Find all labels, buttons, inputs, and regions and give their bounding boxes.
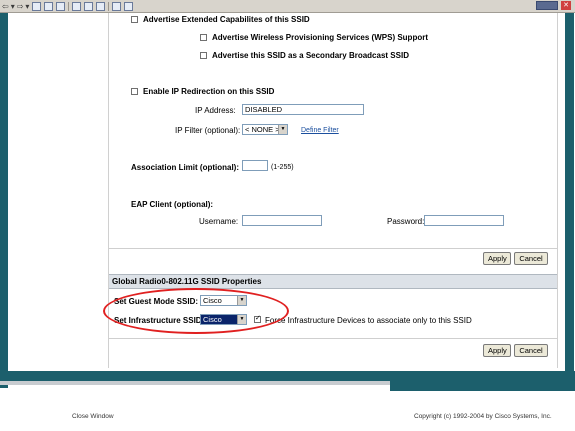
- bottom-step-band: [390, 380, 575, 391]
- advertise-secondary-checkbox[interactable]: [200, 52, 207, 59]
- bottom-gray-band: [0, 381, 390, 385]
- forward-arrow-icon: ⇨: [16, 1, 24, 11]
- advertise-extended-checkbox[interactable]: [131, 16, 138, 23]
- print-icon[interactable]: [124, 1, 134, 11]
- back-button[interactable]: ⇦: [2, 2, 9, 11]
- ip-address-label: IP Address:: [195, 106, 236, 115]
- eap-client-label: EAP Client (optional):: [131, 200, 214, 209]
- ip-filter-value: < NONE >: [245, 125, 280, 134]
- forward-button[interactable]: ⇨: [17, 2, 24, 11]
- close-window-link[interactable]: Close Window: [72, 413, 114, 420]
- association-limit-input[interactable]: [242, 160, 268, 171]
- search-icon[interactable]: [72, 1, 82, 11]
- global-properties-header: Global Radio0-802.11G SSID Properties: [109, 274, 557, 289]
- advertise-wps-label: Advertise Wireless Provisioning Services…: [212, 33, 428, 42]
- history-icon[interactable]: [96, 1, 106, 11]
- ip-redirection-checkbox[interactable]: [131, 88, 138, 95]
- username-label: Username:: [199, 217, 239, 226]
- left-frame-band: [0, 13, 8, 388]
- password-label: Password:: [387, 217, 425, 226]
- advertise-wps-checkbox[interactable]: [200, 34, 207, 41]
- refresh-icon[interactable]: [44, 1, 54, 11]
- chevron-down-icon: ▼: [278, 125, 287, 134]
- define-filter-link[interactable]: Define Filter: [301, 127, 339, 134]
- stop-icon[interactable]: [32, 1, 42, 11]
- toolbar-separator: [108, 1, 110, 11]
- global-cancel-button[interactable]: Cancel: [514, 344, 548, 357]
- global-properties-title: Global Radio0-802.11G SSID Properties: [112, 277, 262, 286]
- forward-dropdown-icon[interactable]: ▾: [25, 2, 29, 11]
- copyright-text: Copyright (c) 1992-2004 by Cisco Systems…: [414, 413, 552, 420]
- right-frame-band: [565, 13, 574, 388]
- username-input[interactable]: [242, 215, 322, 226]
- ip-redirection-label: Enable IP Redirection on this SSID: [143, 87, 275, 96]
- apply-button[interactable]: Apply: [483, 252, 511, 265]
- favorites-icon[interactable]: [84, 1, 94, 11]
- force-infrastructure-label: Force Infrastructure Devices to associat…: [265, 316, 472, 325]
- toolbar-separator: [68, 1, 70, 11]
- back-arrow-icon: ⇦: [2, 1, 9, 11]
- window-menu-icon[interactable]: [536, 1, 558, 10]
- global-apply-button[interactable]: Apply: [483, 344, 511, 357]
- advertise-extended-label: Advertise Extended Capabilites of this S…: [143, 15, 310, 24]
- back-dropdown-icon[interactable]: ▾: [11, 2, 15, 11]
- ip-filter-select[interactable]: < NONE > ▼: [242, 124, 288, 135]
- ip-filter-label: IP Filter (optional):: [175, 126, 241, 135]
- association-limit-range: (1-255): [271, 164, 294, 171]
- section-divider: [109, 338, 557, 339]
- mail-icon[interactable]: [112, 1, 122, 11]
- section-divider: [109, 248, 557, 249]
- cancel-button[interactable]: Cancel: [514, 252, 548, 265]
- association-limit-label: Association Limit (optional):: [131, 163, 239, 172]
- browser-toolbar: ⇦ ▾ ⇨ ▾ ✕: [0, 0, 575, 13]
- advertise-secondary-label: Advertise this SSID as a Secondary Broad…: [212, 51, 409, 60]
- password-input[interactable]: [424, 215, 504, 226]
- ip-address-input[interactable]: DISABLED: [242, 104, 364, 115]
- highlight-ellipse: [103, 288, 289, 334]
- close-icon[interactable]: ✕: [561, 1, 571, 10]
- home-icon[interactable]: [56, 1, 66, 11]
